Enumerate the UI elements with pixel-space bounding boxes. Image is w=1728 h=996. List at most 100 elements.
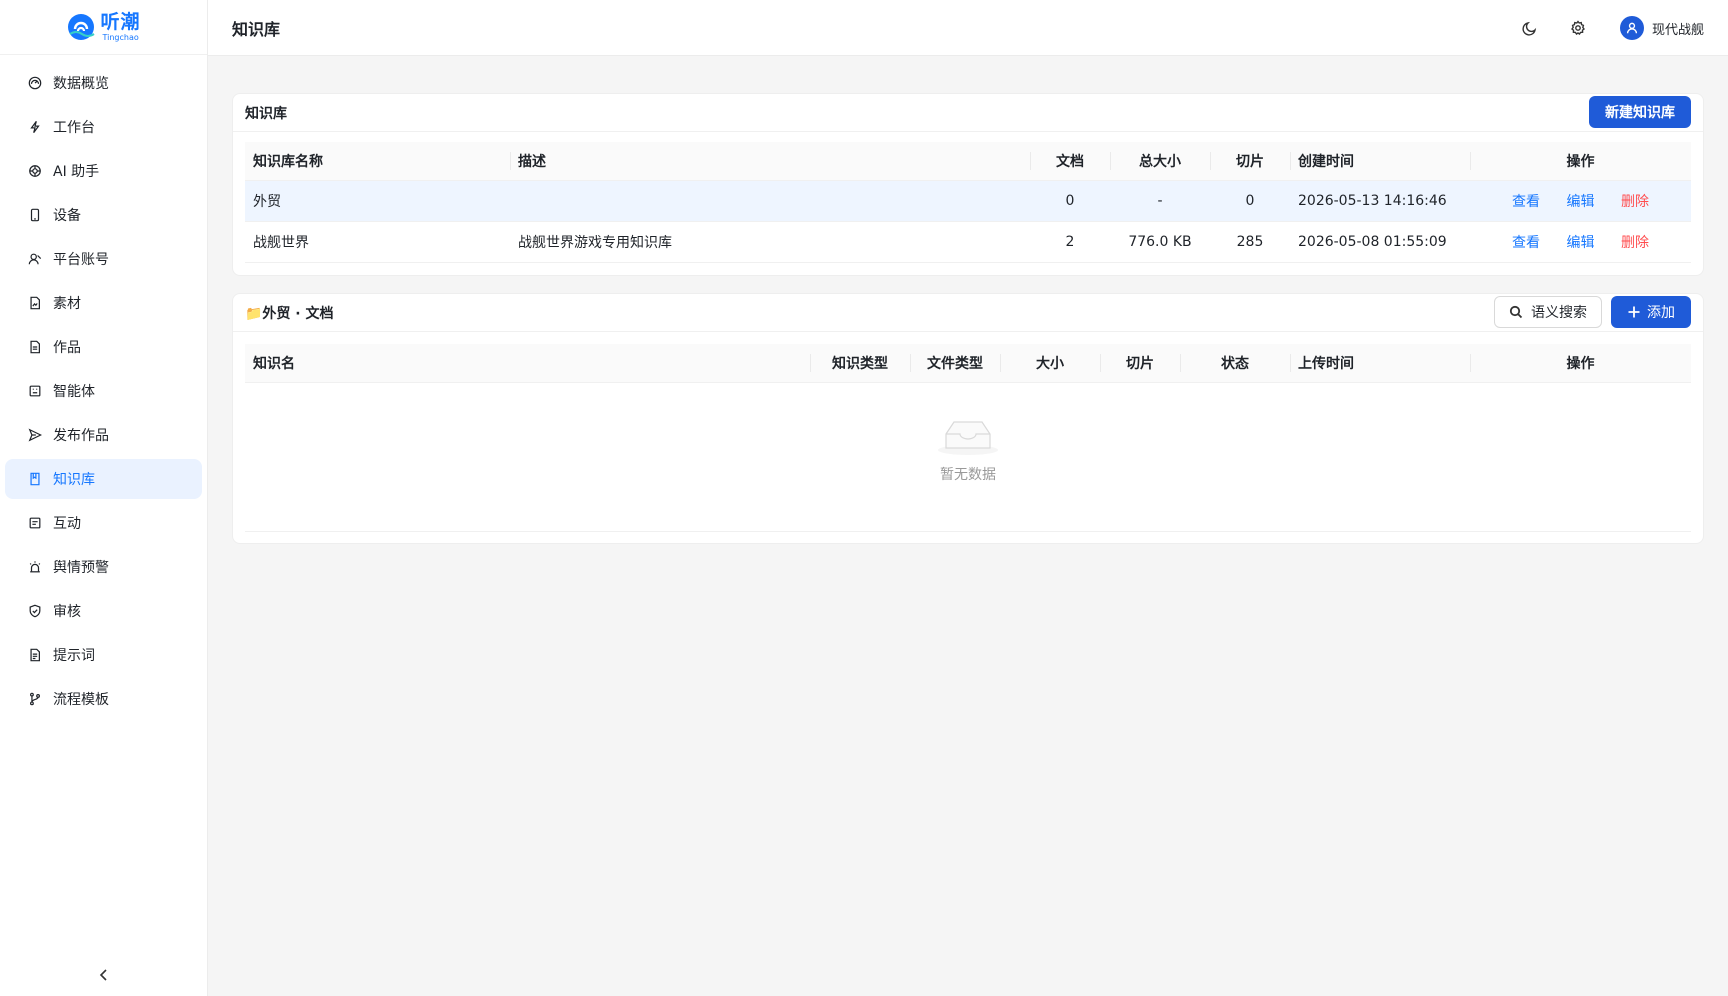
documents-table: 知识名 知识类型 文件类型 大小 切片 状态 上传时间 操作 xyxy=(245,344,1691,383)
card-title: 知识库 xyxy=(245,105,287,122)
column-header: 状态 xyxy=(1180,344,1290,383)
card-title: 📁外贸 · 文档 xyxy=(245,305,334,322)
semantic-search-button[interactable]: 语义搜索 xyxy=(1494,296,1602,328)
sidebar-item-review[interactable]: 审核 xyxy=(5,591,202,631)
ai-icon xyxy=(27,163,43,179)
add-document-button[interactable]: 添加 xyxy=(1611,296,1691,328)
column-header: 文件类型 xyxy=(910,344,1000,383)
sidebar-item-label: 提示词 xyxy=(53,648,95,664)
sidebar-item-label: 知识库 xyxy=(53,472,95,488)
view-link[interactable]: 查看 xyxy=(1512,235,1540,251)
brand-name: 听潮 xyxy=(100,10,141,33)
shield-check-icon xyxy=(27,603,43,619)
kb-name: 外贸 xyxy=(245,180,510,222)
avatar xyxy=(1619,16,1644,40)
sidebar-item-prompts[interactable]: 提示词 xyxy=(5,635,202,675)
sidebar-item-ai-assistant[interactable]: AI 助手 xyxy=(5,151,202,191)
column-header: 创建时间 xyxy=(1290,142,1470,181)
file-prompt-icon xyxy=(27,647,43,663)
alarm-icon xyxy=(27,559,43,575)
kb-docs: 0 xyxy=(1030,180,1110,222)
chevron-left-icon xyxy=(99,969,107,981)
send-icon xyxy=(27,427,43,443)
sidebar-item-label: 流程模板 xyxy=(53,692,109,708)
user-menu[interactable]: 现代战舰 xyxy=(1619,16,1704,40)
column-header: 知识库名称 xyxy=(245,142,510,181)
kb-docs: 2 xyxy=(1030,221,1110,263)
column-header: 总大小 xyxy=(1110,142,1210,181)
sidebar-item-materials[interactable]: 素材 xyxy=(5,283,202,323)
sidebar-item-label: 数据概览 xyxy=(53,76,109,92)
column-header: 操作 xyxy=(1470,142,1691,181)
top-header: 知识库 现代战舰 xyxy=(208,0,1728,56)
documents-card: 📁外贸 · 文档 语义搜索 添加 知识名 知识类型 文件类型 大小 切片 状态 … xyxy=(232,293,1704,544)
kb-name: 战舰世界 xyxy=(245,221,510,263)
sidebar-item-label: AI 助手 xyxy=(53,164,100,180)
kb-size: - xyxy=(1110,180,1210,222)
sidebar-item-publish[interactable]: 发布作品 xyxy=(5,415,202,455)
row-actions: 查看 编辑 删除 xyxy=(1470,180,1691,222)
sidebar-item-works[interactable]: 作品 xyxy=(5,327,202,367)
logo-icon xyxy=(66,12,96,42)
new-knowledge-base-button[interactable]: 新建知识库 xyxy=(1589,96,1691,128)
kb-chunks: 285 xyxy=(1210,221,1290,263)
theme-toggle-button[interactable] xyxy=(1520,18,1540,38)
sidebar-item-interaction[interactable]: 互动 xyxy=(5,503,202,543)
sidebar-item-label: 工作台 xyxy=(53,120,95,136)
user-icon xyxy=(1626,22,1638,34)
column-header: 切片 xyxy=(1210,142,1290,181)
table-row[interactable]: 战舰世界 战舰世界游戏专用知识库 2 776.0 KB 285 2026-05-… xyxy=(245,221,1691,263)
sidebar-item-label: 舆情预警 xyxy=(53,560,109,576)
empty-state: 暂无数据 xyxy=(245,382,1691,532)
user-name: 现代战舰 xyxy=(1651,22,1704,38)
sidebar-item-label: 审核 xyxy=(53,604,81,620)
user-account-icon xyxy=(27,251,43,267)
search-icon xyxy=(1509,305,1523,319)
file-text-icon xyxy=(27,339,43,355)
lightning-icon xyxy=(27,119,43,135)
sidebar-item-agents[interactable]: 智能体 xyxy=(5,371,202,411)
empty-inbox-icon xyxy=(938,421,998,455)
edit-link[interactable]: 编辑 xyxy=(1567,194,1595,210)
sidebar-item-flow-templates[interactable]: 流程模板 xyxy=(5,679,202,719)
sidebar-item-label: 发布作品 xyxy=(53,428,109,444)
column-header: 上传时间 xyxy=(1290,344,1470,383)
sidebar-item-data-overview[interactable]: 数据概览 xyxy=(5,63,202,103)
column-header: 描述 xyxy=(510,142,1030,181)
kb-chunks: 0 xyxy=(1210,180,1290,222)
delete-link[interactable]: 删除 xyxy=(1621,235,1649,251)
edit-link[interactable]: 编辑 xyxy=(1567,235,1595,251)
message-icon xyxy=(27,515,43,531)
sidebar-item-devices[interactable]: 设备 xyxy=(5,195,202,235)
row-actions: 查看 编辑 删除 xyxy=(1470,221,1691,263)
table-row[interactable]: 外贸 0 - 0 2026-05-13 14:16:46 查看 编辑 删除 xyxy=(245,180,1691,222)
sidebar-item-workbench[interactable]: 工作台 xyxy=(5,107,202,147)
sidebar-item-label: 平台账号 xyxy=(53,252,109,268)
column-header: 知识名 xyxy=(245,344,810,383)
sidebar: 听潮 Tingchao 数据概览 工作台 AI 助手 设备 平台账号 素材 作品… xyxy=(0,0,208,996)
delete-link[interactable]: 删除 xyxy=(1621,194,1649,210)
column-header: 知识类型 xyxy=(810,344,910,383)
dashboard-icon xyxy=(27,75,43,91)
empty-text: 暂无数据 xyxy=(940,467,996,483)
logo[interactable]: 听潮 Tingchao xyxy=(0,0,207,55)
sidebar-item-platform-accounts[interactable]: 平台账号 xyxy=(5,239,202,279)
book-icon xyxy=(27,471,43,487)
sidebar-item-knowledge-base[interactable]: 知识库 xyxy=(5,459,202,499)
file-image-icon xyxy=(27,295,43,311)
view-link[interactable]: 查看 xyxy=(1512,194,1540,210)
gear-icon xyxy=(1571,20,1585,35)
brand-name-en: Tingchao xyxy=(102,32,139,42)
column-header: 文档 xyxy=(1030,142,1110,181)
sidebar-nav: 数据概览 工作台 AI 助手 设备 平台账号 素材 作品 智能体 发布作品 知识… xyxy=(0,55,207,719)
robot-icon xyxy=(27,383,43,399)
knowledge-base-table: 知识库名称 描述 文档 总大小 切片 创建时间 操作 外贸 0 - 0 2026… xyxy=(245,142,1691,263)
sidebar-item-label: 互动 xyxy=(53,516,81,532)
sidebar-item-sentiment-alert[interactable]: 舆情预警 xyxy=(5,547,202,587)
kb-created: 2026-05-08 01:55:09 xyxy=(1290,221,1470,263)
collapse-sidebar-button[interactable] xyxy=(0,968,208,982)
settings-button[interactable] xyxy=(1568,18,1588,38)
column-header: 切片 xyxy=(1100,344,1180,383)
phone-icon xyxy=(27,207,43,223)
moon-icon xyxy=(1522,21,1537,36)
